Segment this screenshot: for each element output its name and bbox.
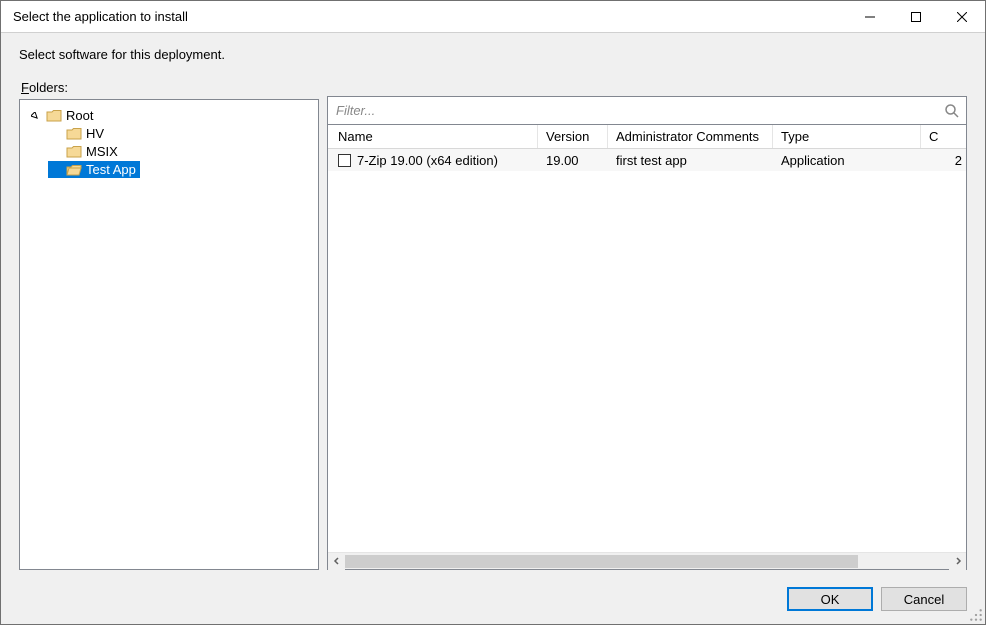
folders-label: Folders: bbox=[21, 80, 319, 95]
list-column: Name Version Administrator Comments Type… bbox=[327, 70, 967, 570]
scroll-thumb[interactable] bbox=[345, 555, 858, 568]
folders-tree-panel: Root HV bbox=[19, 99, 319, 570]
cell-admin: first test app bbox=[608, 151, 773, 170]
cell-last: 2 bbox=[921, 151, 966, 170]
cell-version: 19.00 bbox=[538, 151, 608, 170]
table-row[interactable]: 7-Zip 19.00 (x64 edition) 19.00 first te… bbox=[328, 149, 966, 171]
horizontal-scrollbar[interactable] bbox=[328, 552, 966, 569]
dialog-body: Select software for this deployment. Fol… bbox=[1, 33, 985, 624]
folders-tree[interactable]: Root HV bbox=[20, 100, 318, 185]
cancel-button[interactable]: Cancel bbox=[881, 587, 967, 611]
column-header-last[interactable]: C bbox=[921, 125, 966, 148]
instruction-text: Select software for this deployment. bbox=[1, 33, 985, 70]
tree-node-msix[interactable]: MSIX bbox=[48, 143, 122, 160]
scroll-left-button[interactable] bbox=[328, 553, 345, 570]
cell-name: 7-Zip 19.00 (x64 edition) bbox=[357, 153, 498, 168]
minimize-button[interactable] bbox=[847, 1, 893, 33]
search-icon[interactable] bbox=[944, 103, 960, 119]
tree-node-test-app[interactable]: Test App bbox=[48, 161, 140, 178]
expand-collapse-icon[interactable] bbox=[30, 111, 40, 121]
folder-icon bbox=[46, 109, 62, 123]
titlebar: Select the application to install bbox=[1, 1, 985, 33]
maximize-button[interactable] bbox=[893, 1, 939, 33]
scroll-track[interactable] bbox=[345, 553, 949, 569]
column-header-admin[interactable]: Administrator Comments bbox=[608, 125, 773, 148]
close-button[interactable] bbox=[939, 1, 985, 33]
tree-node-hv[interactable]: HV bbox=[48, 125, 108, 142]
column-header-name[interactable]: Name bbox=[328, 125, 538, 148]
titlebar-buttons bbox=[847, 1, 985, 32]
scroll-right-button[interactable] bbox=[949, 553, 966, 570]
table-header: Name Version Administrator Comments Type… bbox=[328, 125, 966, 149]
resize-grip-icon[interactable] bbox=[969, 608, 983, 622]
column-header-version[interactable]: Version bbox=[538, 125, 608, 148]
folder-icon bbox=[66, 127, 82, 141]
dialog-window: Select the application to install Select… bbox=[0, 0, 986, 625]
tree-label: MSIX bbox=[86, 144, 118, 159]
ok-button[interactable]: OK bbox=[787, 587, 873, 611]
table-body: 7-Zip 19.00 (x64 edition) 19.00 first te… bbox=[328, 149, 966, 171]
row-checkbox[interactable] bbox=[338, 154, 351, 167]
cell-type: Application bbox=[773, 151, 921, 170]
applications-table: Name Version Administrator Comments Type… bbox=[328, 125, 966, 552]
filter-input[interactable] bbox=[328, 97, 966, 124]
tree-label: Test App bbox=[86, 162, 136, 177]
tree-label: Root bbox=[66, 108, 93, 123]
tree-node-root[interactable]: Root bbox=[28, 107, 97, 124]
folder-icon bbox=[66, 145, 82, 159]
applications-table-panel: Name Version Administrator Comments Type… bbox=[327, 124, 967, 570]
filter-box bbox=[327, 96, 967, 124]
content-area: Folders: Root bbox=[1, 70, 985, 574]
titlebar-title: Select the application to install bbox=[13, 9, 847, 24]
tree-label: HV bbox=[86, 126, 104, 141]
dialog-footer: OK Cancel bbox=[1, 574, 985, 624]
folders-column: Folders: Root bbox=[19, 70, 319, 570]
folder-open-icon bbox=[66, 163, 82, 177]
column-header-type[interactable]: Type bbox=[773, 125, 921, 148]
